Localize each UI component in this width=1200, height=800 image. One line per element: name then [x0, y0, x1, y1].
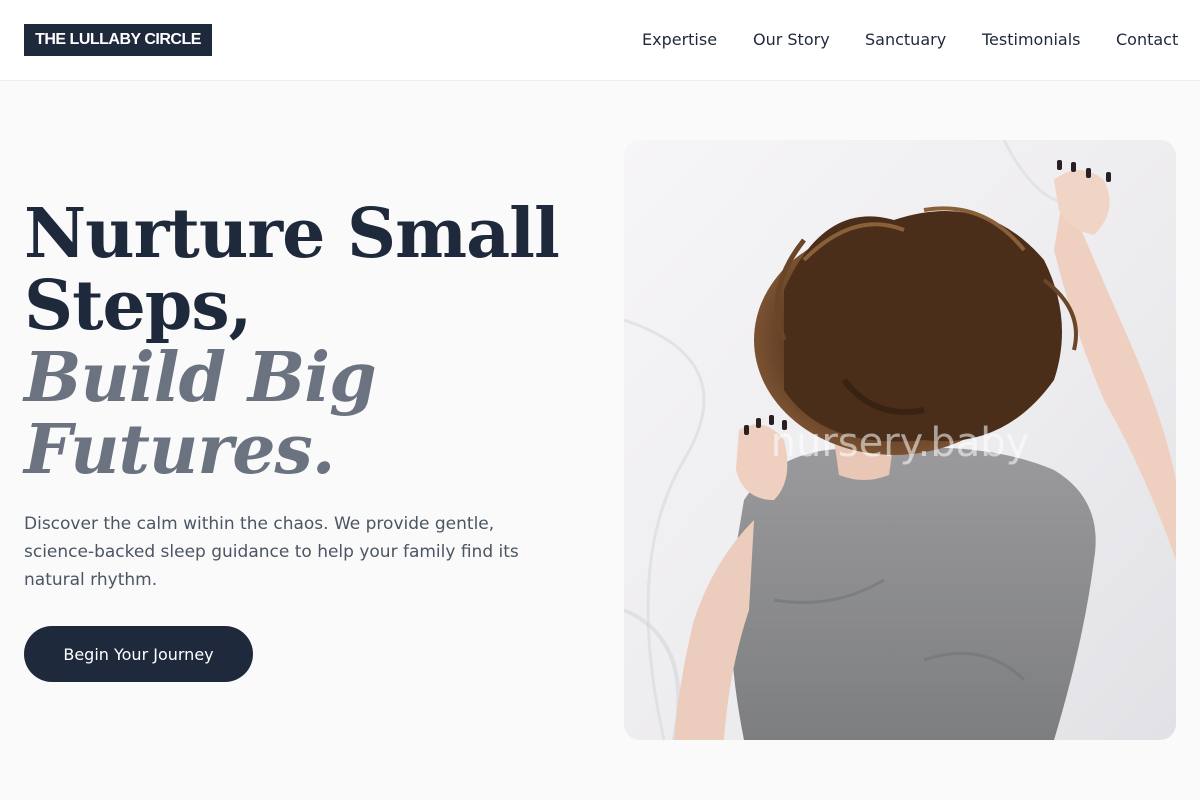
hero-title-line: Nurture Small [24, 194, 560, 274]
nav-link-contact[interactable]: Contact [1116, 28, 1178, 52]
nav-link-our-story[interactable]: Our Story [753, 28, 830, 52]
nav-link-sanctuary[interactable]: Sanctuary [865, 28, 946, 52]
main-nav: Expertise Our Story Sanctuary Testimonia… [0, 28, 1200, 52]
hero-title: Nurture Small Steps, Build Big Futures. [24, 198, 584, 486]
hero-description: Discover the calm within the chaos. We p… [24, 514, 519, 590]
begin-journey-button[interactable]: Begin Your Journey [24, 626, 253, 682]
hero-title-line: Steps, [24, 266, 252, 346]
site-header: THE LULLABY CIRCLE Expertise Our Story S… [0, 0, 1200, 81]
hero-title-accent-line: Build Big [24, 338, 377, 418]
image-watermark: nursery.baby [770, 420, 1030, 466]
nav-link-testimonials[interactable]: Testimonials [982, 28, 1081, 52]
nav-link-expertise[interactable]: Expertise [642, 28, 717, 52]
hero-image: nursery.baby [624, 140, 1176, 740]
hero-title-accent-line: Futures. [24, 410, 335, 490]
